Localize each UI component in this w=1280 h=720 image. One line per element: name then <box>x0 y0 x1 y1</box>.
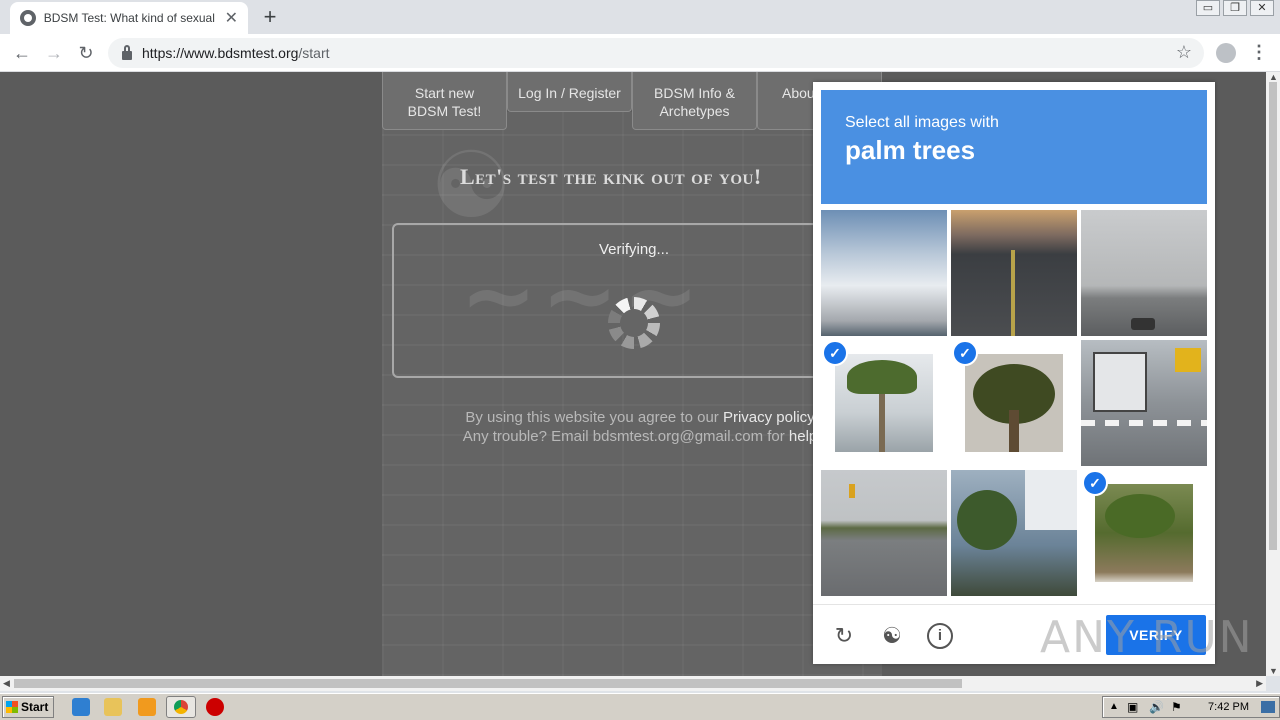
reload-page-icon[interactable]: ↻ <box>74 41 98 65</box>
show-desktop-icon[interactable] <box>1261 701 1275 713</box>
system-tray: ▲ ▣ 🔊 ⚑ 7:42 PM <box>1102 696 1280 718</box>
check-icon: ✓ <box>822 340 848 366</box>
chrome-icon <box>174 700 188 714</box>
bookmark-star-icon[interactable]: ☆ <box>1176 42 1192 63</box>
tab-close-icon[interactable]: ✕ <box>225 8 238 28</box>
nav-bdsm-info[interactable]: BDSM Info & Archetypes <box>632 72 757 130</box>
url-host: https://www.bdsmtest.org <box>142 45 299 61</box>
scroll-down-icon[interactable]: ▼ <box>1269 666 1278 676</box>
check-icon: ✓ <box>1082 470 1108 496</box>
anyrun-watermark: ANY RUN <box>1040 612 1254 663</box>
loading-spinner-icon <box>608 297 660 349</box>
new-tab-button[interactable]: + <box>258 4 282 30</box>
forward-arrow-icon[interactable]: → <box>42 41 66 65</box>
lock-icon <box>122 44 132 60</box>
tray-arrow-icon[interactable]: ▲ <box>1109 701 1119 712</box>
media-player-icon[interactable] <box>138 698 156 716</box>
captcha-tile-cloudy-sky[interactable] <box>821 210 947 336</box>
vertical-scroll-thumb[interactable] <box>1269 82 1277 550</box>
stop-icon[interactable] <box>206 698 224 716</box>
back-arrow-icon[interactable]: ← <box>10 41 34 65</box>
browser-tab[interactable]: BDSM Test: What kind of sexual deviant a… <box>10 2 248 34</box>
window-controls: ▭ ❐ ✕ <box>1193 0 1274 16</box>
chrome-taskbar-button[interactable] <box>166 696 196 718</box>
scroll-left-icon[interactable]: ◀ <box>3 678 10 689</box>
verifying-text: Verifying... <box>598 241 670 258</box>
scroll-up-icon[interactable]: ▲ <box>1269 72 1278 82</box>
ie-icon[interactable] <box>72 698 90 716</box>
captcha-tile-highway-dusk[interactable] <box>951 210 1077 336</box>
nav-login-register[interactable]: Log In / Register <box>507 72 632 112</box>
minimize-button[interactable]: ▭ <box>1196 0 1220 16</box>
network-icon[interactable]: ▣ <box>1127 700 1138 714</box>
url-text: https://www.bdsmtest.org/start <box>142 45 330 61</box>
start-button[interactable]: Start <box>2 696 54 718</box>
restore-button[interactable]: ❐ <box>1223 0 1247 16</box>
flag-icon[interactable]: ⚑ <box>1171 700 1182 714</box>
site-nav: Start new BDSM Test! Log In / Register B… <box>382 72 882 130</box>
consent-line2: Any trouble? Email bdsmtest.org@gmail.co… <box>462 428 789 445</box>
captcha-tile-road-traffic-light[interactable] <box>821 470 947 596</box>
captcha-challenge: Select all images with palm trees ✓ ✓ ✓ … <box>813 82 1215 664</box>
url-path: /start <box>298 45 330 61</box>
browser-toolbar: ← → ↻ https://www.bdsmtest.org/start ☆ ⋮ <box>0 34 1280 72</box>
globe-icon <box>20 10 36 26</box>
close-window-button[interactable]: ✕ <box>1250 0 1274 16</box>
menu-dots-icon[interactable]: ⋮ <box>1250 42 1268 63</box>
tab-strip: BDSM Test: What kind of sexual deviant a… <box>0 0 1280 34</box>
vertical-scrollbar[interactable]: ▲ ▼ <box>1266 72 1280 676</box>
captcha-tile-city-bus[interactable] <box>1081 340 1207 466</box>
captcha-tile-highway-overcast[interactable] <box>1081 210 1207 336</box>
captcha-target: palm trees <box>845 135 976 165</box>
clock[interactable]: 7:42 PM <box>1208 701 1249 713</box>
profile-avatar-icon[interactable] <box>1216 43 1236 63</box>
captcha-header: Select all images with palm trees <box>821 90 1207 204</box>
nav-start-test[interactable]: Start new BDSM Test! <box>382 72 507 130</box>
check-icon: ✓ <box>952 340 978 366</box>
audio-headphones-icon[interactable]: ☯ <box>879 623 905 649</box>
verifying-box: Verifying... <box>392 223 872 378</box>
reload-icon[interactable]: ↻ <box>831 623 857 649</box>
horizontal-scrollbar[interactable]: ◀ ▶ <box>0 676 1266 691</box>
volume-icon[interactable]: 🔊 <box>1149 700 1164 714</box>
captcha-tile-building-palms[interactable] <box>951 470 1077 596</box>
address-bar[interactable]: https://www.bdsmtest.org/start ☆ <box>108 38 1204 68</box>
info-icon[interactable]: i <box>927 623 953 649</box>
taskbar: Start ▲ ▣ 🔊 ⚑ 7:42 PM <box>0 693 1280 720</box>
horizontal-scroll-thumb[interactable] <box>14 679 962 688</box>
scroll-right-icon[interactable]: ▶ <box>1256 678 1263 689</box>
privacy-policy-link[interactable]: Privacy policy <box>723 409 815 426</box>
consent-text: By using this website you agree to our P… <box>430 408 850 446</box>
consent-line1: By using this website you agree to our <box>465 409 723 426</box>
tab-title: BDSM Test: What kind of sexual deviant a… <box>43 11 217 25</box>
folder-icon[interactable] <box>104 698 122 716</box>
captcha-instruction: Select all images with <box>845 114 999 131</box>
page-headline: Let's test the kink out of you! <box>460 164 762 189</box>
